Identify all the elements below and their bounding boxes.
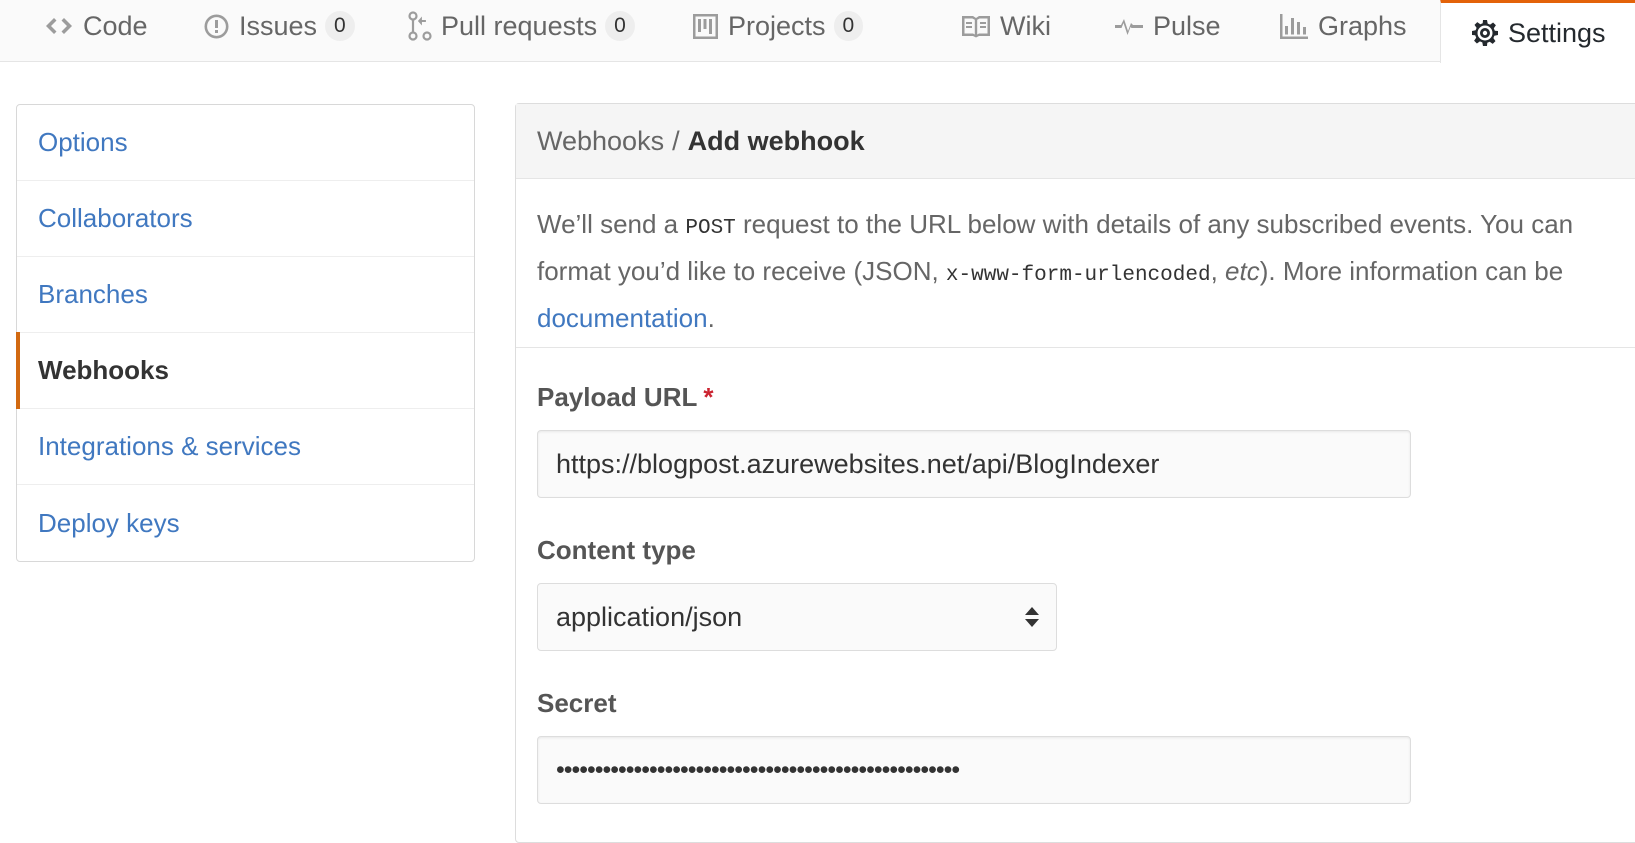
repo-nav: Code Issues 0 Pull requests 0 Projects 0… (0, 0, 1635, 63)
required-mark: * (703, 382, 714, 412)
content-type-select[interactable]: application/json (537, 583, 1057, 651)
tab-label: Wiki (1000, 10, 1051, 41)
tab-issues[interactable]: Issues 0 (203, 0, 355, 52)
payload-url-input[interactable]: https://blogpost.azurewebsites.net/api/B… (537, 430, 1411, 498)
tab-label: Code (83, 10, 148, 41)
intro-text: ). More information can be (1259, 256, 1564, 286)
menu-item-label: Options (38, 127, 128, 157)
settings-menu: Options Collaborators Branches Webhooks … (16, 104, 475, 562)
pull-requests-counter: 0 (605, 11, 635, 41)
tab-label: Pull requests (441, 10, 598, 41)
intro-text: . (707, 303, 715, 333)
intro-line-2: format you’d like to receive (JSON, x-ww… (537, 250, 1635, 297)
intro-text: , (1210, 256, 1226, 286)
page-title: Add webhook (687, 125, 865, 156)
menu-item-collaborators[interactable]: Collaborators (17, 181, 474, 257)
webhook-intro-text: We’ll send a POST request to the URL bel… (516, 179, 1635, 348)
graph-icon (1279, 13, 1309, 40)
etc-text: etc (1225, 256, 1260, 286)
menu-item-options[interactable]: Options (17, 105, 474, 181)
intro-text: format you’d like to receive (JSON, (537, 256, 946, 286)
projects-counter: 0 (833, 11, 864, 41)
menu-item-deploy-keys[interactable]: Deploy keys (17, 485, 474, 561)
pulse-icon (1114, 14, 1144, 38)
menu-item-label: Branches (38, 279, 148, 309)
gear-icon (1471, 19, 1499, 47)
content-type-value: application/json (556, 601, 743, 632)
secret-label: Secret (537, 688, 617, 718)
intro-line-3: documentation. (537, 297, 1635, 339)
breadcrumb-webhooks-link[interactable]: Webhooks (537, 126, 664, 157)
intro-text: request to the URL below with details of… (735, 209, 1574, 239)
code-icon (44, 14, 74, 38)
add-webhook-panel: Webhooks / Add webhook We’ll send a POST… (515, 103, 1635, 843)
secret-value: ••••••••••••••••••••••••••••••••••••••••… (556, 755, 960, 784)
tab-label: Projects (728, 10, 826, 41)
menu-item-webhooks[interactable]: Webhooks (16, 332, 474, 409)
payload-url-label-text: Payload URL (537, 382, 698, 412)
breadcrumb-separator: / (672, 125, 680, 156)
issues-counter: 0 (325, 11, 355, 41)
menu-item-branches[interactable]: Branches (17, 257, 474, 333)
tab-label: Settings (1508, 17, 1606, 48)
tab-wiki[interactable]: Wiki (961, 0, 1051, 52)
menu-item-label: Collaborators (38, 203, 193, 233)
tab-pulse[interactable]: Pulse (1114, 0, 1221, 52)
book-icon (961, 14, 991, 38)
git-pull-request-icon (408, 11, 432, 41)
post-code: POST (685, 217, 736, 240)
breadcrumb: Webhooks / Add webhook (516, 104, 1635, 179)
tab-settings[interactable]: Settings (1440, 0, 1635, 63)
menu-item-label: Webhooks (38, 355, 169, 385)
menu-item-integrations-services[interactable]: Integrations & services (17, 409, 474, 485)
menu-item-label: Integrations & services (38, 431, 302, 461)
tab-projects[interactable]: Projects 0 (692, 0, 864, 52)
intro-text: We’ll send a (537, 209, 686, 239)
tab-label: Graphs (1318, 10, 1407, 41)
payload-url-label: Payload URL * (537, 382, 1635, 413)
select-arrows-icon (1024, 606, 1040, 628)
payload-url-value: https://blogpost.azurewebsites.net/api/B… (556, 448, 1160, 479)
tab-label: Pulse (1153, 10, 1221, 41)
documentation-link[interactable]: documentation (537, 303, 708, 333)
form-urlencoded-code: x-www-form-urlencoded (945, 264, 1211, 287)
project-icon (692, 13, 719, 40)
secret-input[interactable]: ••••••••••••••••••••••••••••••••••••••••… (537, 736, 1411, 804)
tab-label: Issues (239, 10, 318, 41)
intro-line-1: We’ll send a POST request to the URL bel… (537, 203, 1635, 250)
content-type-label: Content type (537, 535, 696, 565)
tab-code[interactable]: Code (44, 0, 148, 52)
tab-pull-requests[interactable]: Pull requests 0 (408, 0, 635, 52)
webhook-form: Payload URL * https://blogpost.azurewebsi… (516, 348, 1635, 804)
issue-opened-icon (203, 13, 230, 40)
menu-item-label: Deploy keys (38, 507, 180, 538)
tab-graphs[interactable]: Graphs (1279, 0, 1407, 52)
